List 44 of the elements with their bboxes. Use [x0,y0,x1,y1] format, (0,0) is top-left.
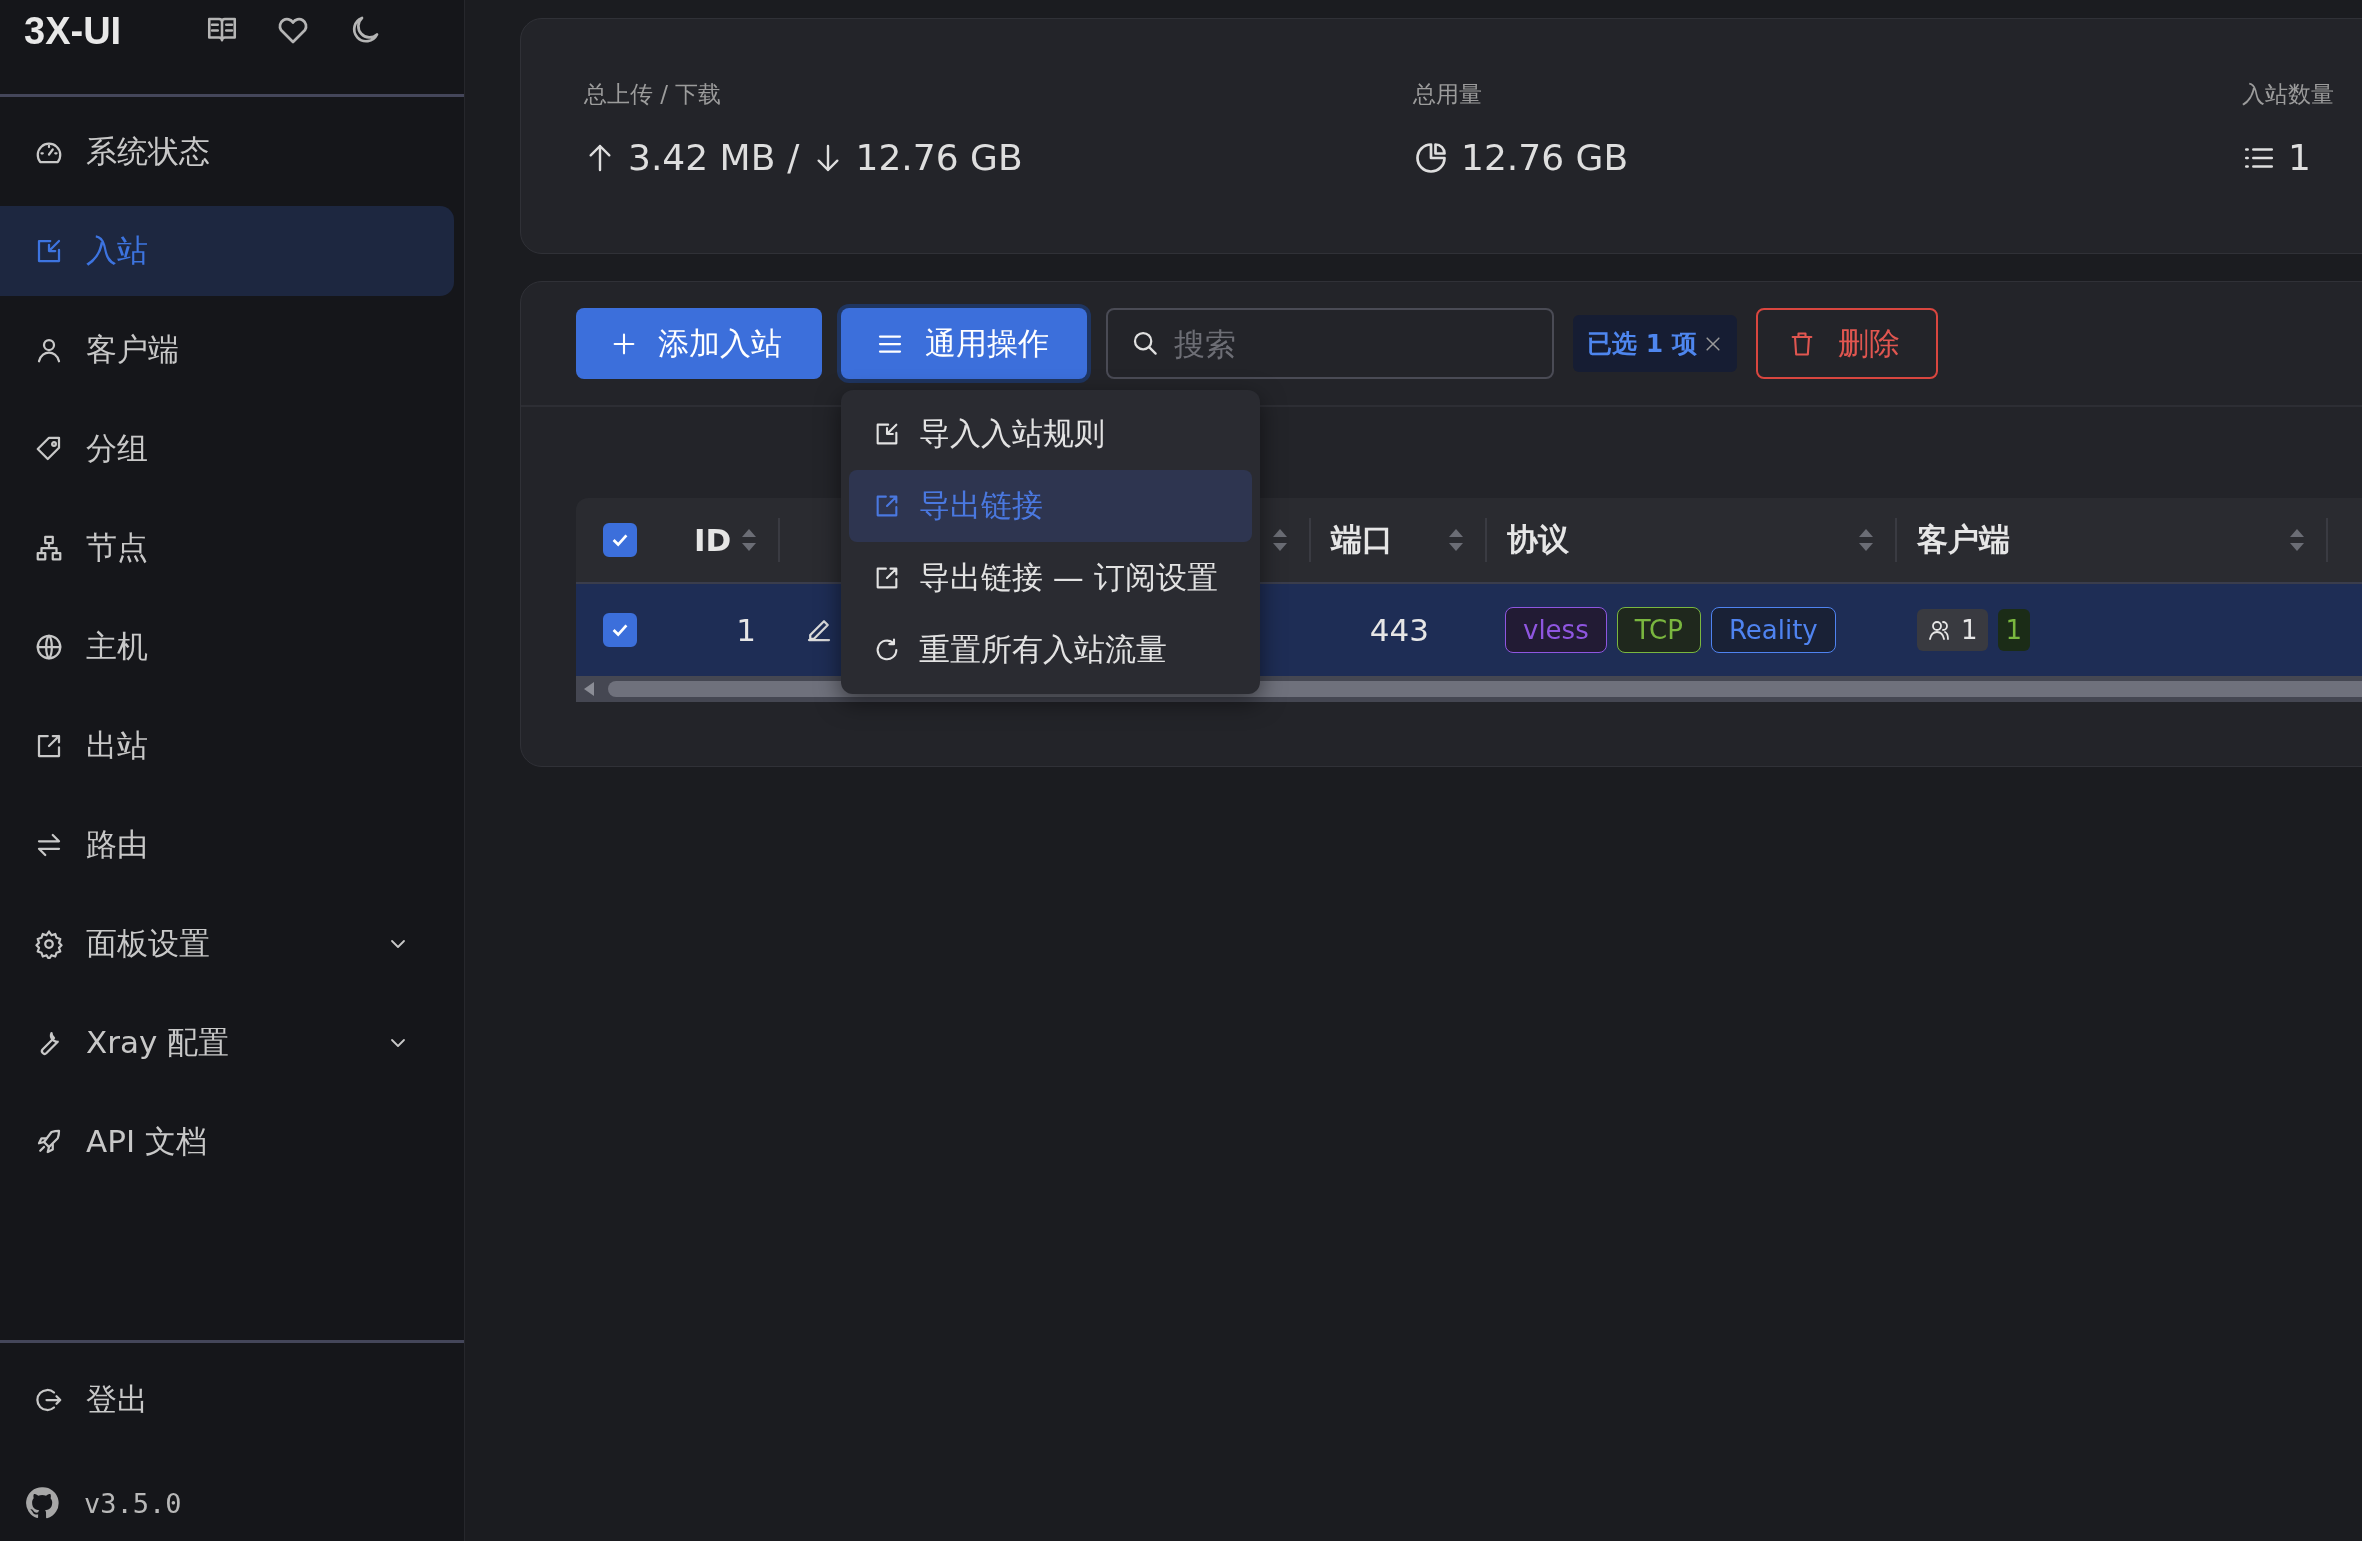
stat-label: 总上传 / 下载 [584,80,723,109]
clients-tag: 1 [1917,609,1988,651]
protocol-tag: TCP [1616,607,1701,653]
sidebar-item[interactable]: Xray 配置 [0,998,454,1088]
add-inbound-button[interactable]: 添加入站 [576,308,822,379]
sidebar-item[interactable]: 节点 [0,503,454,593]
checkbox[interactable] [603,523,637,557]
separator-text: / [787,137,800,178]
sidebar-item[interactable]: 分组 [0,404,454,494]
protocol-tag: Reality [1710,607,1836,653]
sidebar-item[interactable]: 客户端 [0,305,454,395]
sidebar-item[interactable]: 系统状态 [0,107,454,197]
column-header[interactable]: 端口 [1331,519,1393,561]
selection-tag: 已选 1 项 [1573,315,1737,372]
sidebar-item[interactable]: 路由 [0,800,454,890]
menu-item[interactable]: 导入入站规则 [849,398,1252,470]
stat-value: 12.76 GB [855,137,1023,178]
network-icon [34,533,64,563]
protocol-tag: vless [1505,607,1607,653]
users-icon [1927,618,1951,642]
column-header[interactable]: ID [694,522,732,558]
sidebar-item[interactable]: 出站 [0,701,454,791]
globe-icon [34,632,64,662]
delete-button[interactable]: 删除 [1755,308,1938,379]
gear-icon [34,929,64,959]
search-field[interactable]: 搜索 [1106,308,1554,379]
logout-item[interactable]: 登出 [0,1355,454,1445]
stat-value: 12.76 GB [1461,137,1629,178]
sidebar-item[interactable]: 主机 [0,602,454,692]
table-cell: 443 [1369,612,1429,648]
github-icon[interactable] [24,1485,60,1521]
column-header[interactable]: 客户端 [1917,519,2010,561]
stat-value: 3.42 MB [628,137,776,178]
stat-label: 总用量 [1413,80,1483,109]
stat-value: 1 [2288,137,2311,178]
column-header[interactable]: 协议 [1507,519,1569,561]
stat-label: 入站数量 [2242,80,2335,109]
version-text: v3.5.0 [84,1487,182,1519]
sidebar-item[interactable]: API 文档 [0,1097,454,1187]
sidebar-item[interactable]: 面板设置 [0,899,454,989]
logo: 3X-UI [24,9,122,53]
checkbox[interactable] [603,613,637,647]
online-count: 1 [1997,609,2031,651]
table-cell: 1 [736,612,756,648]
